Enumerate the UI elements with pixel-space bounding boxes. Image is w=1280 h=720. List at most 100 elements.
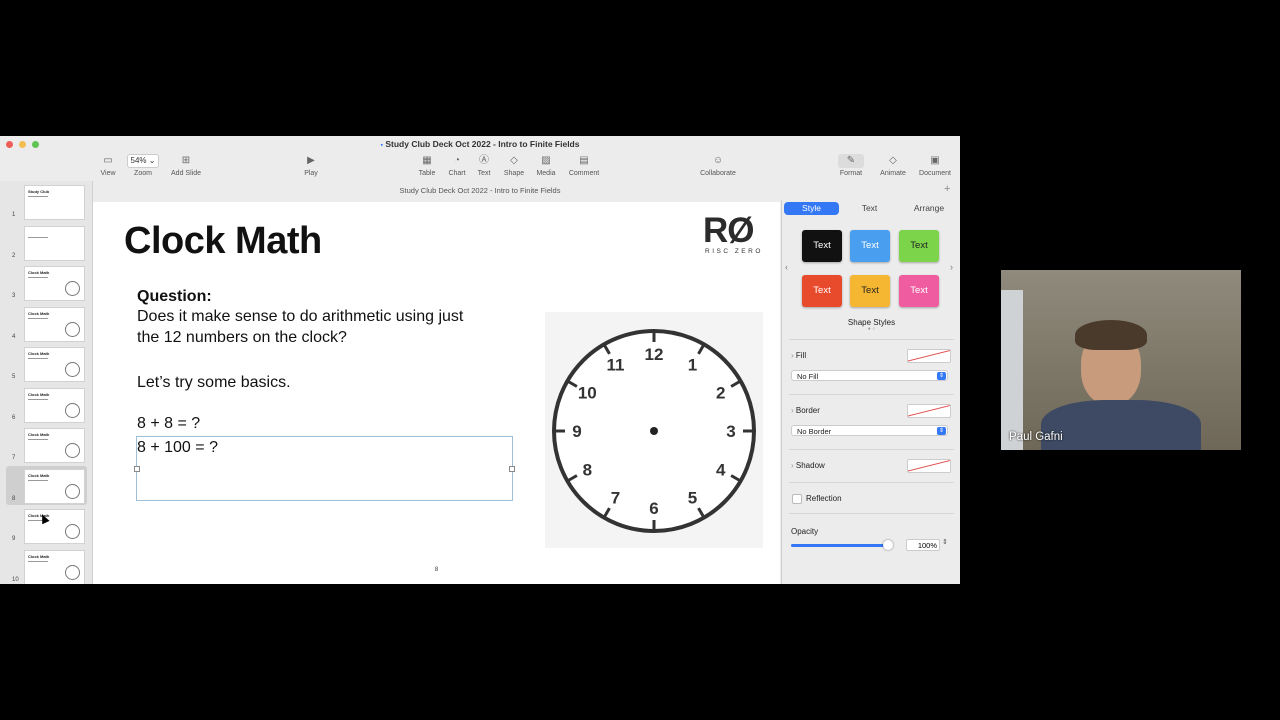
clock-center [650, 427, 658, 435]
slide-thumbnail-title: Clock Math [28, 553, 50, 559]
style-red[interactable]: Text [802, 275, 842, 307]
equation-1[interactable]: 8 + 8 = ? [137, 415, 200, 433]
slide-thumbnail[interactable]: Clock Math [24, 509, 85, 544]
sidebar-icon: ▭ [103, 155, 113, 166]
add-slide-icon: ⊞ [181, 155, 191, 166]
fill-popup[interactable]: No Fill ⇕ [791, 370, 948, 381]
selected-text-box[interactable] [134, 436, 515, 501]
slide-thumbnail[interactable]: Study Club [24, 185, 85, 220]
tab-style[interactable]: Style [784, 202, 839, 215]
title-bar: ▪ Study Club Deck Oct 2022 - Intro to Fi… [0, 136, 960, 186]
question-label[interactable]: Question: [137, 288, 212, 306]
video-participant-tile[interactable]: Paul Gafni [1001, 270, 1241, 450]
chevron-right-icon[interactable]: › [950, 262, 953, 272]
thumbnail-clock [65, 443, 80, 458]
play-button[interactable]: ▶ Play [291, 154, 331, 177]
animate-button[interactable]: ◇ Animate [873, 154, 913, 177]
collaborate-button[interactable]: ☺ Collaborate [693, 154, 743, 177]
border-section[interactable]: › Border [791, 406, 820, 415]
slide-thumbnail[interactable]: Clock Math [24, 549, 85, 584]
thumbnail-clock [65, 564, 80, 580]
comment-button[interactable]: ▤ Comment [564, 154, 604, 177]
clock-image[interactable]: 12 1 2 3 4 5 6 7 8 9 10 11 [545, 312, 763, 548]
fill-swatch[interactable] [907, 349, 951, 363]
shadow-section[interactable]: › Shadow [791, 461, 825, 470]
clock-number: 11 [607, 355, 625, 374]
thumbnail-text-line [28, 479, 48, 481]
media-icon: ▨ [541, 155, 551, 166]
tab-text[interactable]: Text [842, 202, 897, 215]
basics-text[interactable]: Let’s try some basics. [137, 374, 291, 392]
opacity-stepper[interactable]: ⇕ [942, 538, 948, 546]
paintbrush-icon: ✎ [838, 154, 864, 168]
clock-number: 3 [726, 422, 735, 441]
clock-face: 121234567891011 [552, 329, 756, 533]
clock-number: 8 [583, 461, 592, 480]
zoom-value: 54% ⌄ [127, 154, 159, 168]
slide-number: 3 [12, 293, 16, 299]
resize-handle[interactable] [509, 466, 515, 472]
border-swatch[interactable] [907, 404, 951, 418]
chevron-left-icon[interactable]: ‹ [785, 262, 788, 272]
keynote-window: ▪ Study Club Deck Oct 2022 - Intro to Fi… [0, 136, 960, 584]
shadow-swatch[interactable] [907, 459, 951, 473]
document-button[interactable]: ▣ Document [915, 154, 955, 177]
question-line-1[interactable]: Does it make sense to do arithmetic usin… [137, 308, 463, 326]
fill-section[interactable]: › Fill [791, 351, 806, 360]
person-hair [1075, 320, 1147, 350]
slide-thumbnail-title: Clock Math [28, 310, 50, 316]
style-black[interactable]: Text [802, 230, 842, 262]
slide-thumbnail[interactable]: Clock Math [24, 468, 85, 504]
add-slide-button[interactable]: ⊞ Add Slide [166, 154, 206, 177]
slide-thumbnail[interactable]: Clock Math [24, 428, 85, 463]
style-yellow[interactable]: Text [850, 275, 890, 307]
add-tab-icon[interactable]: + [944, 183, 950, 195]
style-green[interactable]: Text [899, 230, 939, 262]
participant-name: Paul Gafni [1009, 431, 1063, 443]
slide-thumbnail[interactable]: Clock Math [24, 387, 85, 423]
resize-handle[interactable] [134, 466, 140, 472]
slide-number: 5 [12, 374, 16, 380]
slide-thumbnail-title: Clock Math [28, 472, 50, 478]
style-blue[interactable]: Text [850, 230, 890, 262]
border-popup[interactable]: No Border ⇕ [791, 425, 948, 436]
slide-number: 6 [12, 414, 16, 421]
slide-thumbnail[interactable]: Clock Math [24, 306, 85, 342]
page-dots: ● ○ [867, 326, 876, 332]
clock-number: 1 [688, 355, 697, 374]
format-inspector: Style Text Arrange ‹ › Text Text Text Te… [781, 200, 960, 584]
slide-canvas[interactable]: Clock Math RØ RISC ZERO Question: Does i… [93, 202, 780, 584]
opacity-label: Opacity [791, 527, 819, 536]
slide-number: 7 [12, 455, 16, 461]
tab-arrange[interactable]: Arrange [900, 202, 958, 215]
clock-number: 4 [716, 461, 726, 480]
slide-thumbnail[interactable]: Clock Math [24, 347, 85, 382]
format-button[interactable]: ✎ Format [831, 154, 871, 177]
view-button[interactable]: ▭ View [88, 154, 128, 177]
zoom-button[interactable]: 54% ⌄ Zoom [123, 154, 163, 177]
clock-number: 5 [688, 489, 697, 508]
updown-icon: ⇕ [937, 372, 946, 380]
slide-thumbnail[interactable]: Clock Math [24, 266, 85, 301]
slide-thumbnail-title: Clock Math [28, 391, 50, 397]
question-line-2[interactable]: the 12 numbers on the clock? [137, 329, 347, 347]
window-frame [1001, 290, 1023, 450]
risc-zero-logo: RØ RISC ZERO [703, 211, 763, 255]
clock-number: 12 [645, 345, 664, 364]
divider [789, 482, 954, 483]
opacity-slider[interactable] [791, 540, 893, 550]
slide-thumbnail[interactable] [24, 225, 85, 261]
opacity-slider-knob[interactable] [883, 540, 893, 550]
thumbnail-text-line [28, 196, 48, 197]
divider [789, 339, 954, 340]
clock-number: 2 [716, 384, 725, 403]
thumbnail-clock [65, 281, 80, 296]
reflection-checkbox[interactable] [792, 494, 802, 504]
media-button[interactable]: ▨ Media [526, 154, 566, 177]
thumbnail-text-line [28, 236, 48, 238]
slide-title[interactable]: Clock Math [124, 220, 322, 263]
opacity-value-field[interactable]: 100% [906, 539, 940, 551]
style-pink[interactable]: Text [899, 275, 939, 307]
opacity-slider-fill [791, 544, 888, 547]
clock-number: 6 [649, 499, 658, 518]
